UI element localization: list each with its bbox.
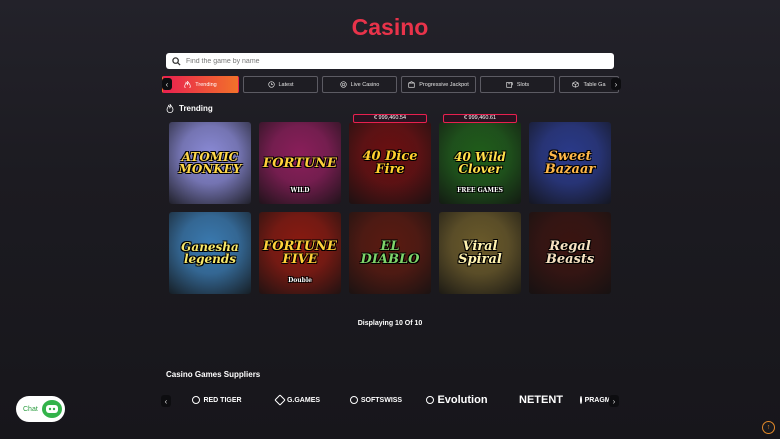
game-title: FORTUNE (263, 155, 337, 171)
tab-label: Progressive Jackpot (419, 81, 469, 88)
tab-trending[interactable]: Trending (162, 76, 239, 93)
tab-label: Table Ga (583, 81, 606, 88)
game-subtitle: FREE GAMES (457, 187, 503, 194)
game-title: Viral Spiral (458, 239, 502, 267)
suppliers-scroll-right-button[interactable]: › (609, 395, 619, 407)
game-card[interactable]: EL DIABLO (349, 212, 431, 294)
game-title: Ganesha legends (181, 240, 239, 266)
supplier-netent[interactable]: NETENT (499, 394, 583, 406)
game-title: FORTUNE FIVE (263, 239, 337, 267)
game-card[interactable]: FORTUNE FIVE Double (259, 212, 341, 294)
page-title: Casino (351, 14, 429, 40)
chip-icon (339, 81, 347, 88)
tab-table-ga[interactable]: Table Ga (559, 76, 619, 93)
supplier-name: SOFTSWISS (360, 396, 403, 404)
tab-label: Live Casino (350, 81, 380, 88)
game-title: Sweet Bazaar (544, 149, 596, 177)
tab-progressive-jackpot[interactable]: Progressive Jackpot (401, 76, 476, 93)
pagination-text: Displaying 10 Of 10 (357, 320, 423, 327)
suppliers-scroll-left-button[interactable]: ‹ (161, 395, 171, 407)
game-title: 40 Wild Clover (454, 150, 506, 176)
supplier-red-tiger[interactable]: RED TIGER (175, 396, 259, 404)
game-card[interactable]: ATOMIC MONKEY (169, 122, 251, 204)
search-icon (172, 56, 181, 66)
games-grid: ATOMIC MONKEY FORTUNE WILD € 999,460.54 40 D… (169, 114, 612, 294)
cube-icon (572, 81, 580, 88)
tab-label: Slots (516, 81, 530, 88)
supplier-softswiss[interactable]: SOFTSWISS (337, 396, 415, 404)
supplier-name: NETENT (519, 394, 563, 406)
game-thumbnail: EL DIABLO (349, 212, 431, 294)
game-title: EL DIABLO (360, 239, 420, 267)
tab-label: Latest (278, 81, 294, 88)
game-subtitle: Double (288, 277, 312, 284)
chat-label: Chat (23, 405, 38, 413)
supplier-name: Evolution (437, 394, 488, 406)
game-card[interactable]: Sweet Bazaar (529, 122, 611, 204)
tab-live-casino[interactable]: Live Casino (322, 76, 397, 93)
flame-icon (184, 81, 191, 88)
g-games-logo-icon (274, 394, 286, 406)
jackpot-badge: € 999,460.54 (353, 114, 427, 123)
chat-bot-icon (41, 400, 62, 418)
game-thumbnail: Ganesha legends (169, 212, 251, 294)
game-title: Regal Beasts (545, 239, 595, 267)
scroll-top-button[interactable]: ↑ (762, 421, 775, 434)
pragmatic-logo-icon (579, 396, 582, 404)
tiger-icon (192, 396, 201, 404)
evolution-logo-icon (426, 396, 435, 404)
slot-machine-icon (506, 82, 513, 88)
suppliers-carousel: RED TIGER G.GAMES SOFTSWISS Evolution NETENT… (175, 390, 615, 410)
game-card[interactable]: € 999,460.54 40 Dice Fire (349, 114, 431, 204)
flame-icon (166, 104, 174, 113)
category-tabs: Trending Latest Live Casino Progressive Jac… (162, 76, 620, 93)
game-thumbnail: Regal Beasts (529, 212, 611, 294)
arrow-up-icon: ↑ (766, 424, 771, 431)
game-card[interactable]: Regal Beasts (529, 212, 611, 294)
game-thumbnail: 40 Wild Clover FREE GAMES (439, 122, 521, 204)
tab-latest[interactable]: Latest (243, 76, 318, 93)
chat-button[interactable]: Chat (16, 396, 65, 422)
section-title: Trending (179, 104, 213, 113)
suppliers-title: Casino Games Suppliers (166, 370, 261, 379)
tab-slots[interactable]: Slots (480, 76, 555, 93)
softswiss-logo-icon (349, 396, 358, 404)
clock-icon (267, 81, 275, 88)
game-thumbnail: Viral Spiral (439, 212, 521, 294)
tabs-scroll-right-button[interactable]: › (611, 78, 621, 90)
supplier-evolution[interactable]: Evolution (415, 394, 499, 406)
game-card[interactable]: Viral Spiral (439, 212, 521, 294)
supplier-g-games[interactable]: G.GAMES (259, 394, 337, 406)
jackpot-badge: € 999,460.61 (443, 114, 517, 123)
game-thumbnail: 40 Dice Fire (349, 122, 431, 204)
search-input[interactable] (186, 57, 586, 65)
game-title: ATOMIC MONKEY (178, 150, 242, 176)
game-thumbnail: FORTUNE FIVE Double (259, 212, 341, 294)
tab-label: Trending (195, 81, 217, 88)
game-card[interactable]: € 999,460.61 40 Wild Clover FREE GAMES (439, 114, 521, 204)
game-card[interactable]: Ganesha legends (169, 212, 251, 294)
tabs-scroll-left-button[interactable]: ‹ (162, 78, 172, 90)
jackpot-icon (408, 81, 415, 88)
game-subtitle: WILD (290, 187, 310, 194)
section-heading: Trending (166, 104, 213, 113)
game-thumbnail: Sweet Bazaar (529, 122, 611, 204)
supplier-name: G.GAMES (286, 396, 321, 404)
game-thumbnail: ATOMIC MONKEY (169, 122, 251, 204)
supplier-name: RED TIGER (203, 396, 242, 404)
game-title: 40 Dice Fire (362, 149, 418, 177)
game-thumbnail: FORTUNE WILD (259, 122, 341, 204)
search-bar[interactable] (166, 53, 614, 69)
game-card[interactable]: FORTUNE WILD (259, 122, 341, 204)
